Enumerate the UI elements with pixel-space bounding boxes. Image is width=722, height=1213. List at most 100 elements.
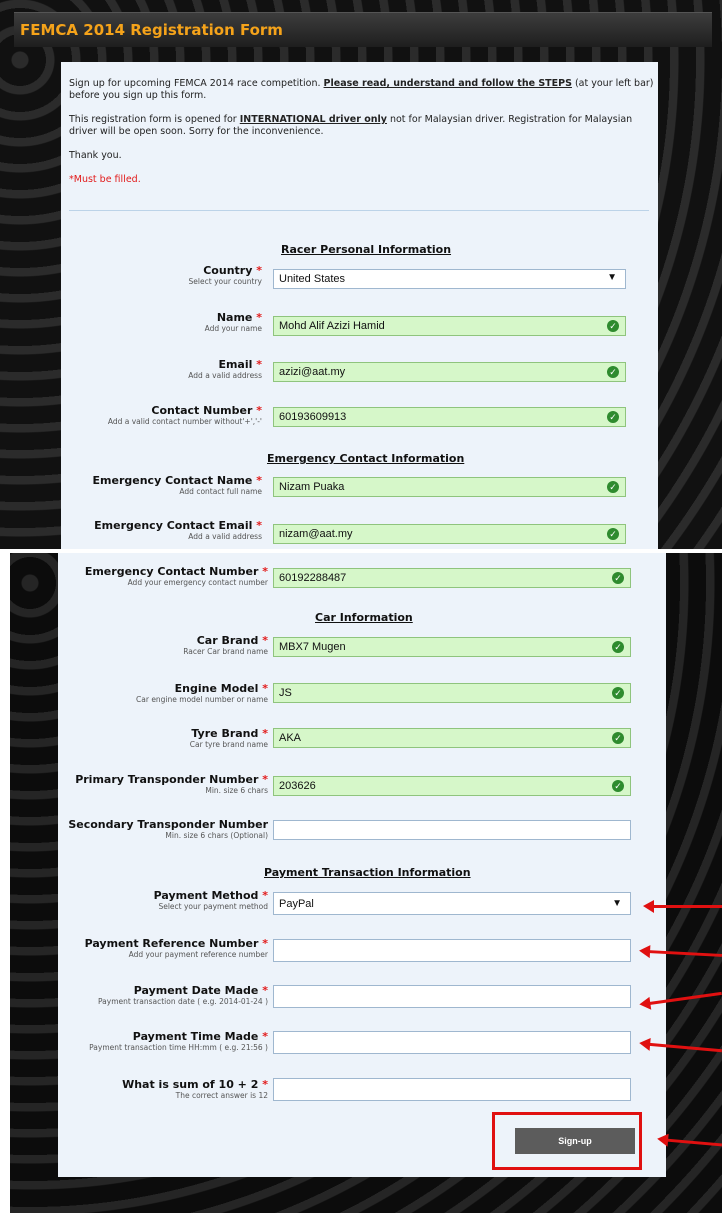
check-circle-icon: ✓ xyxy=(607,320,619,332)
em-email-label-text: Emergency Contact Email xyxy=(94,519,253,532)
check-circle-icon: ✓ xyxy=(607,366,619,378)
engine-value: JS xyxy=(279,687,292,699)
payment-ref-hint: Add your payment reference number xyxy=(128,950,268,959)
primary-hint: Min. size 6 chars xyxy=(205,786,268,795)
section-personal: Racer Personal Information xyxy=(281,243,452,256)
check-circle-icon: ✓ xyxy=(607,528,619,540)
email-hint: Add a valid address xyxy=(188,371,262,380)
payment-time-hint: Payment transaction time HH:mm ( e.g. 21… xyxy=(89,1043,268,1052)
em-email-value: nizam@aat.my xyxy=(279,528,353,540)
primary-transponder-label: Primary Transponder Number * Min. size 6… xyxy=(75,773,268,795)
secondary-hint: Min. size 6 chars (Optional) xyxy=(165,831,268,840)
captcha-input[interactable] xyxy=(273,1078,631,1101)
name-label: Name * Add your name xyxy=(205,311,262,333)
signup-button[interactable]: Sign-up xyxy=(515,1128,635,1154)
contact-input[interactable]: 60193609913 ✓ xyxy=(273,407,626,427)
required-star: * xyxy=(262,937,268,950)
email-label: Email * Add a valid address xyxy=(188,358,262,380)
engine-label-text: Engine Model xyxy=(174,682,259,695)
em-name-label-text: Emergency Contact Name xyxy=(92,474,253,487)
contact-label: Contact Number * Add a valid contact num… xyxy=(108,404,262,426)
required-star: * xyxy=(256,311,262,324)
red-arrow-icon xyxy=(643,900,722,913)
steps-link[interactable]: Please read, understand and follow the S… xyxy=(324,78,572,89)
dropdown-caret-icon: ▼ xyxy=(607,272,617,283)
required-star: * xyxy=(262,565,268,578)
check-circle-icon: ✓ xyxy=(607,411,619,423)
em-number-value: 60192288487 xyxy=(279,572,347,584)
em-name-value: Nizam Puaka xyxy=(279,481,345,493)
em-number-label: Emergency Contact Number * Add your emer… xyxy=(85,565,268,587)
email-input[interactable]: azizi@aat.my ✓ xyxy=(273,362,626,382)
payment-ref-input[interactable] xyxy=(273,939,631,962)
primary-transponder-input[interactable]: 203626 ✓ xyxy=(273,776,631,796)
car-brand-label-text: Car Brand xyxy=(196,634,259,647)
country-value: United States xyxy=(279,273,346,285)
em-name-input[interactable]: Nizam Puaka ✓ xyxy=(273,477,626,497)
form-title-bar: FEMCA 2014 Registration Form xyxy=(14,12,712,47)
tyre-hint: Car tyre brand name xyxy=(189,740,268,749)
payment-ref-label: Payment Reference Number * Add your paym… xyxy=(85,937,268,959)
tyre-input[interactable]: AKA ✓ xyxy=(273,728,631,748)
primary-value: 203626 xyxy=(279,780,316,792)
required-star: * xyxy=(256,519,262,532)
captcha-hint: The correct answer is 12 xyxy=(175,1091,268,1100)
secondary-transponder-input[interactable] xyxy=(273,820,631,840)
country-hint: Select your country xyxy=(188,277,262,286)
engine-input[interactable]: JS ✓ xyxy=(273,683,631,703)
section-payment: Payment Transaction Information xyxy=(264,866,471,879)
car-brand-hint: Racer Car brand name xyxy=(183,647,268,656)
name-value: Mohd Alif Azizi Hamid xyxy=(279,320,385,332)
country-label-text: Country xyxy=(203,264,253,277)
engine-hint: Car engine model number or name xyxy=(136,695,268,704)
em-name-label: Emergency Contact Name * Add contact ful… xyxy=(93,474,262,496)
section-car: Car Information xyxy=(315,611,413,624)
car-brand-input[interactable]: MBX7 Mugen ✓ xyxy=(273,637,631,657)
em-email-label: Emergency Contact Email * Add a valid ad… xyxy=(94,519,262,541)
tyre-value: AKA xyxy=(279,732,302,744)
intro-text-1: Sign up for upcoming FEMCA 2014 race com… xyxy=(69,78,324,89)
em-email-input[interactable]: nizam@aat.my ✓ xyxy=(273,524,626,544)
required-star: * xyxy=(262,889,268,902)
captcha-label-text: What is sum of 10 + 2 xyxy=(122,1078,259,1091)
payment-method-value: PayPal xyxy=(279,898,314,910)
payment-time-label-text: Payment Time Made xyxy=(132,1030,259,1043)
em-number-label-text: Emergency Contact Number xyxy=(84,565,259,578)
section-emergency: Emergency Contact Information xyxy=(267,452,465,465)
engine-label: Engine Model * Car engine model number o… xyxy=(136,682,268,704)
required-star: * xyxy=(256,264,262,277)
check-circle-icon: ✓ xyxy=(612,572,624,584)
country-select[interactable]: United States ▼ xyxy=(273,269,626,289)
required-note: *Must be filled. xyxy=(69,174,141,185)
payment-ref-label-text: Payment Reference Number xyxy=(84,937,259,950)
email-value: azizi@aat.my xyxy=(279,366,346,378)
check-circle-icon: ✓ xyxy=(612,780,624,792)
required-star: * xyxy=(262,984,268,997)
form-title: FEMCA 2014 Registration Form xyxy=(20,21,283,39)
payment-method-label: Payment Method * Select your payment met… xyxy=(154,889,268,911)
em-number-input[interactable]: 60192288487 ✓ xyxy=(273,568,631,588)
payment-date-label: Payment Date Made * Payment transaction … xyxy=(98,984,268,1006)
dropdown-caret-icon: ▼ xyxy=(612,898,622,909)
required-star: * xyxy=(262,1030,268,1043)
payment-date-input[interactable] xyxy=(273,985,631,1008)
check-circle-icon: ✓ xyxy=(612,687,624,699)
required-star: * xyxy=(262,727,268,740)
contact-label-text: Contact Number xyxy=(151,404,253,417)
primary-label-text: Primary Transponder Number xyxy=(75,773,259,786)
captcha-label: What is sum of 10 + 2 * The correct answ… xyxy=(122,1078,268,1100)
em-name-hint: Add contact full name xyxy=(179,487,262,496)
required-star: * xyxy=(256,404,262,417)
em-email-hint: Add a valid address xyxy=(188,532,262,541)
intro-text: Sign up for upcoming FEMCA 2014 race com… xyxy=(69,78,654,198)
required-star: * xyxy=(262,1078,268,1091)
thanks-text: Thank you. xyxy=(69,150,122,161)
required-star: * xyxy=(256,474,262,487)
payment-time-label: Payment Time Made * Payment transaction … xyxy=(78,1030,268,1052)
payment-time-input[interactable] xyxy=(273,1031,631,1054)
payment-method-select[interactable]: PayPal ▼ xyxy=(273,892,631,915)
secondary-transponder-label: Secondary Transponder Number Min. size 6… xyxy=(68,818,268,840)
international-note: INTERNATIONAL driver only xyxy=(239,114,387,125)
name-input[interactable]: Mohd Alif Azizi Hamid ✓ xyxy=(273,316,626,336)
divider xyxy=(69,210,649,211)
